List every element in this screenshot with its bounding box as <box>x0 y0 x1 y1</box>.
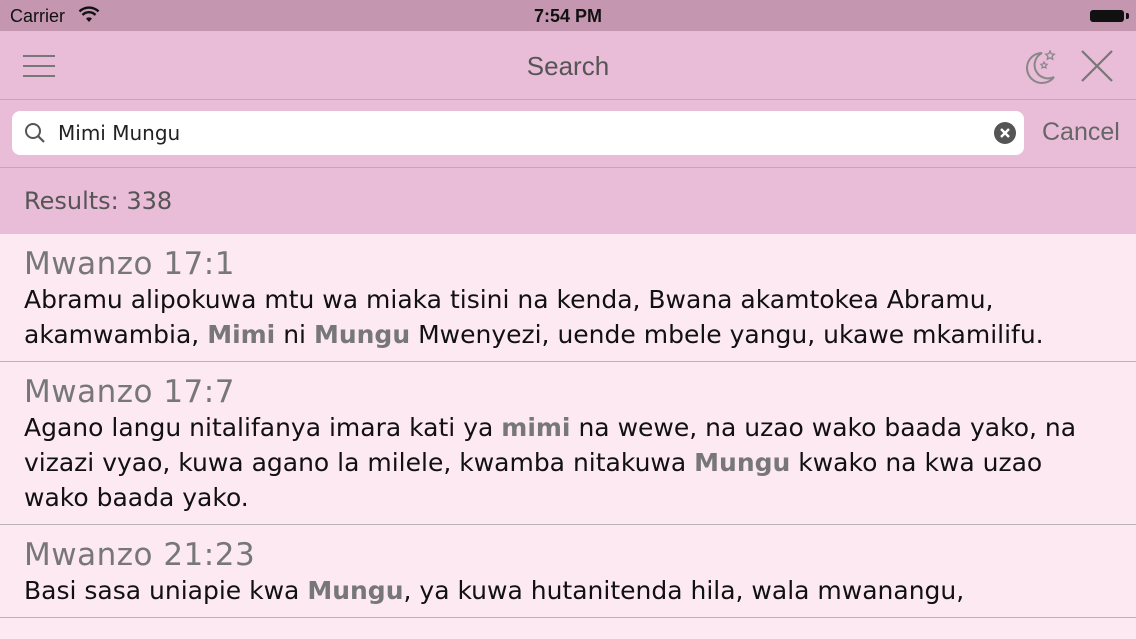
verse-text: Abramu alipokuwa mtu wa miaka tisini na … <box>24 282 1112 352</box>
result-item[interactable]: Mwanzo 17:7 Agano langu nitalifanya imara… <box>0 362 1136 525</box>
cancel-button[interactable]: Cancel <box>1042 118 1120 147</box>
status-bar: Carrier 7:54 PM <box>0 0 1136 31</box>
navigation-bar: Search <box>0 31 1136 100</box>
verse-text: Agano langu nitalifanya imara kati ya mi… <box>24 410 1112 515</box>
highlighted-match: Mungu <box>307 576 404 605</box>
verse-text-segment: Agano langu nitalifanya imara kati ya <box>24 413 502 442</box>
night-mode-icon[interactable] <box>1020 47 1060 85</box>
search-input[interactable] <box>58 117 978 149</box>
verse-text: Basi sasa uniapie kwa Mungu, ya kuwa hut… <box>24 573 1112 608</box>
verse-text-segment: Basi sasa uniapie kwa <box>24 576 308 605</box>
result-item[interactable]: Mwanzo 21:23 Basi sasa uniapie kwa Mungu,… <box>0 525 1136 618</box>
verse-text-segment: Mwenyezi, uende mbele yangu, ukawe mkami… <box>410 320 1044 349</box>
highlighted-match: Mungu <box>313 320 411 349</box>
battery-icon <box>1090 10 1129 22</box>
search-icon <box>25 123 45 143</box>
results-count: Results: 338 <box>24 187 173 215</box>
verse-reference: Mwanzo 17:1 <box>24 246 235 282</box>
highlighted-match: mimi <box>501 413 571 442</box>
highlighted-match: Mimi <box>207 320 276 349</box>
close-icon[interactable] <box>1078 49 1116 83</box>
page-title: Search <box>526 51 610 81</box>
highlighted-match: Mungu <box>694 448 791 477</box>
result-item[interactable]: Mwanzo 17:1 Abramu alipokuwa mtu wa miaka… <box>0 234 1136 362</box>
verse-reference: Mwanzo 21:23 <box>24 537 256 573</box>
status-time: 7:54 PM <box>533 6 603 26</box>
verse-reference: Mwanzo 17:7 <box>24 374 235 410</box>
results-list: Mwanzo 17:1 Abramu alipokuwa mtu wa miaka… <box>0 234 1136 639</box>
results-count-bar: Results: 338 <box>0 168 1136 234</box>
verse-text-segment: , ya kuwa hutanitenda hila, wala mwanang… <box>403 576 965 605</box>
search-field[interactable] <box>12 111 1024 155</box>
search-bar: Cancel <box>0 100 1136 168</box>
clear-search-icon[interactable] <box>994 122 1016 144</box>
verse-text-segment: ni <box>275 320 314 349</box>
